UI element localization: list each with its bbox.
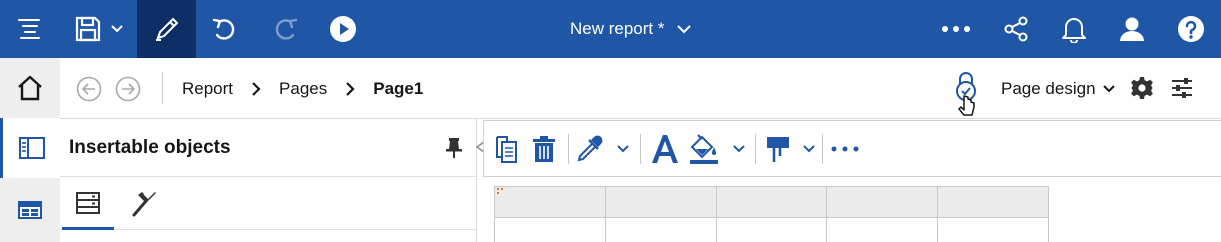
view-mode-dropdown[interactable]: Page design <box>1001 58 1116 119</box>
menu-button[interactable] <box>0 0 58 58</box>
sliders-icon[interactable] <box>1170 76 1194 100</box>
undo-icon <box>212 18 235 40</box>
chevron-down-icon <box>733 145 745 153</box>
menu-lines-icon <box>18 19 40 39</box>
back-arrow-icon[interactable] <box>76 76 102 102</box>
table-row <box>494 217 1049 242</box>
context-toolbar <box>483 120 1221 177</box>
ellipsis-icon <box>942 26 970 32</box>
notifications-button[interactable] <box>1052 0 1096 58</box>
insertable-objects-toggle[interactable] <box>0 118 60 178</box>
toolbar-divider <box>822 134 823 164</box>
panel-toggle-icon <box>18 137 45 159</box>
pin-icon[interactable] <box>444 137 464 159</box>
more-options-button[interactable] <box>936 0 976 58</box>
eyedropper-icon <box>577 135 603 162</box>
font-a-icon <box>652 135 678 163</box>
table-cell[interactable] <box>494 186 606 218</box>
forward-arrow-icon[interactable] <box>115 76 141 102</box>
trash-icon <box>533 136 555 162</box>
toolbar-divider <box>568 134 569 164</box>
save-menu-button[interactable] <box>68 0 130 58</box>
run-report-button[interactable] <box>318 0 368 58</box>
toolbox-icon <box>76 191 100 214</box>
toolbar-divider <box>640 134 641 164</box>
edit-mode-button[interactable] <box>137 0 196 58</box>
breadcrumb-item-report[interactable]: Report <box>182 79 233 99</box>
table-cell[interactable] <box>604 217 717 242</box>
table-cell[interactable] <box>826 186 939 218</box>
table-cell[interactable] <box>494 217 606 242</box>
tab-tools[interactable] <box>118 178 170 230</box>
table-cell[interactable] <box>937 217 1049 242</box>
data-sources-button[interactable] <box>0 178 60 242</box>
help-icon <box>1178 16 1204 42</box>
breadcrumb: Report Pages Page1 <box>182 58 423 119</box>
insertable-objects-panel: Insertable objects <box>60 119 477 242</box>
tab-toolbox[interactable] <box>62 178 114 230</box>
chevron-down-icon <box>1102 84 1115 92</box>
home-button[interactable] <box>0 58 60 118</box>
table-cell[interactable] <box>604 186 717 218</box>
share-icon <box>1004 16 1028 42</box>
toolbar-divider <box>755 134 756 164</box>
copy-button[interactable] <box>492 131 520 167</box>
floppy-save-icon <box>75 16 101 42</box>
user-profile-button[interactable] <box>1110 0 1154 58</box>
bell-icon <box>1062 18 1086 43</box>
left-rail <box>0 58 60 242</box>
chevron-down-icon <box>111 25 123 33</box>
user-icon <box>1120 17 1144 41</box>
breadcrumb-item-pages[interactable]: Pages <box>279 79 327 99</box>
breadcrumb-bar: Report Pages Page1 Page design <box>60 58 1221 119</box>
background-color-button[interactable] <box>574 131 630 167</box>
panel-tabs <box>60 178 477 230</box>
table-cell[interactable] <box>715 217 828 242</box>
table-cell[interactable] <box>826 217 939 242</box>
table-cell[interactable] <box>715 186 828 218</box>
copy-icon <box>496 136 517 163</box>
help-button[interactable] <box>1168 0 1214 58</box>
breadcrumb-item-current: Page1 <box>373 78 424 98</box>
chevron-down-icon <box>803 145 815 153</box>
undo-button[interactable] <box>200 0 250 58</box>
report-table[interactable] <box>494 186 1049 242</box>
report-title-menu[interactable]: New report * <box>570 0 692 58</box>
pin-flag-icon <box>767 137 789 162</box>
delete-button[interactable] <box>530 131 558 167</box>
report-title: New report * <box>570 19 665 38</box>
data-sources-icon <box>18 201 42 219</box>
play-run-icon <box>330 16 356 42</box>
view-mode-label: Page design <box>1001 78 1096 98</box>
panel-title: Insertable objects <box>69 137 231 158</box>
chevron-right-icon <box>346 81 355 96</box>
redo-button[interactable] <box>262 0 308 58</box>
chevron-down-icon <box>677 25 692 34</box>
redo-icon <box>275 18 298 40</box>
share-button[interactable] <box>994 0 1038 58</box>
more-tools-button[interactable] <box>828 131 862 167</box>
hammer-icon <box>132 192 156 217</box>
paint-bucket-icon <box>690 134 718 164</box>
chevron-down-icon <box>617 145 629 153</box>
table-select-handle-icon[interactable] <box>497 188 503 194</box>
gear-icon[interactable] <box>1130 76 1154 100</box>
ellipsis-icon <box>831 146 859 152</box>
pencil-edit-icon <box>155 17 178 41</box>
home-icon <box>18 75 42 101</box>
table-cell[interactable] <box>937 186 1049 218</box>
chevron-right-icon <box>252 81 261 96</box>
table-header-row <box>494 186 1049 218</box>
panel-header: Insertable objects <box>60 119 477 177</box>
divider <box>162 72 163 104</box>
fill-color-button[interactable] <box>687 131 747 167</box>
app-header: New report * <box>0 0 1221 58</box>
font-button[interactable] <box>648 131 682 167</box>
pin-style-button[interactable] <box>762 131 818 167</box>
